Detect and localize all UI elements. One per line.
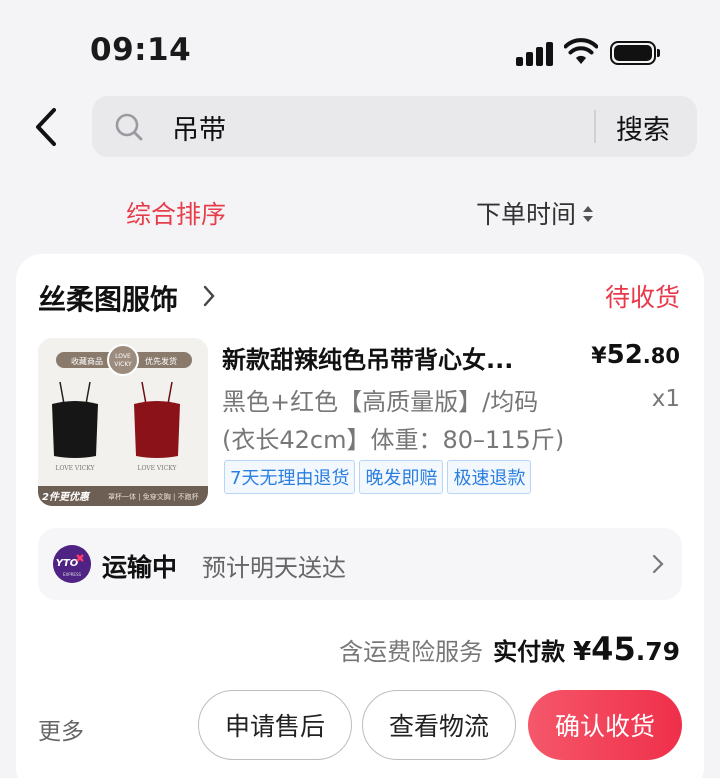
search-bar[interactable]: 吊带 搜索 [92,96,697,157]
status-time: 09:14 [90,32,192,68]
amount-integer: 45 [591,630,636,668]
image-caption-left: LOVE VICKY [56,465,96,472]
carrier-logo-icon: YTO EXPRESS [53,545,91,583]
product-image-graphic: 收藏商品 优先发货 LOVE VICKY LOVE VICKY LOVE VIC… [38,338,208,506]
search-divider [594,110,596,143]
after-sale-button[interactable]: 申请售后 [198,690,352,760]
product-price: ¥52.80 [591,340,680,370]
more-button[interactable]: 更多 [38,712,84,746]
price-currency: ¥ [591,344,607,369]
cellular-signal-icon [516,40,554,66]
search-icon [115,113,143,141]
service-tag: 7天无理由退货 [224,460,356,494]
back-arrow-icon[interactable] [30,104,66,150]
search-input[interactable]: 吊带 [172,108,226,147]
price-integer: 52 [606,340,643,370]
order-status: 待收货 [604,283,680,312]
service-tags: 7天无理由退货 晚发即赔 极速退款 [224,460,532,494]
chevron-right-icon [652,554,664,574]
status-bar: 09:14 [0,0,720,100]
logistics-status: 运输中 [102,553,178,582]
image-badge-left: 收藏商品 [71,356,103,366]
paid-label: 实付款 [493,638,566,666]
search-button[interactable]: 搜索 [616,108,670,147]
product-spec-line1: 黑色+红色【高质量版】/均码 [222,388,539,416]
price-decimal: .80 [642,344,680,368]
service-tag: 晚发即赔 [359,460,444,494]
confirm-receipt-button[interactable]: 确认收货 [528,690,682,760]
product-image[interactable]: 收藏商品 优先发货 LOVE VICKY LOVE VICKY LOVE VIC… [38,338,208,506]
amount-currency: ¥ [573,637,592,667]
image-banner-left: 2件更优惠 [42,491,91,503]
product-quantity: x1 [651,386,680,412]
carrier-logo-text: YTO [56,558,79,569]
sort-comprehensive-tab[interactable]: 综合排序 [126,195,226,231]
shop-name[interactable]: 丝柔图服饰 [38,278,178,318]
track-shipment-button[interactable]: 查看物流 [362,690,516,760]
amount-decimal: .79 [635,637,680,666]
logistics-row[interactable]: YTO EXPRESS 运输中 预计明天送达 [38,528,682,600]
order-card: 丝柔图服饰 待收货 收藏商品 优先发货 LOVE VICKY LOVE VICK… [16,254,704,778]
image-badge-right: 优先发货 [145,356,177,366]
paid-amount: ¥45.79 [573,630,680,668]
sort-arrows-icon [583,206,594,222]
battery-icon [610,41,660,65]
insurance-note: 含运费险服务 [339,638,484,666]
payment-summary: 含运费险服务 实付款 ¥45.79 [339,630,680,668]
image-banner-right: 罩杯一体 | 免穿文胸 | 不跑杯 [108,492,199,501]
chevron-right-icon [203,285,215,307]
service-tag: 极速退款 [447,460,532,494]
sort-order-time-tab[interactable]: 下单时间 [476,195,594,231]
carrier-logo-sub: EXPRESS [63,572,82,577]
product-title[interactable]: 新款甜辣纯色吊带背心女... [222,340,562,375]
image-caption-right: LOVE VICKY [138,465,178,472]
wifi-icon [564,38,598,64]
logistics-eta: 预计明天送达 [202,554,346,582]
image-brand-top: LOVE [115,353,131,360]
sort-order-time-label: 下单时间 [476,200,577,229]
image-brand-bottom: VICKY [114,361,132,368]
product-spec-line2: (衣长42cm】体重：80–115斤) [222,426,565,454]
